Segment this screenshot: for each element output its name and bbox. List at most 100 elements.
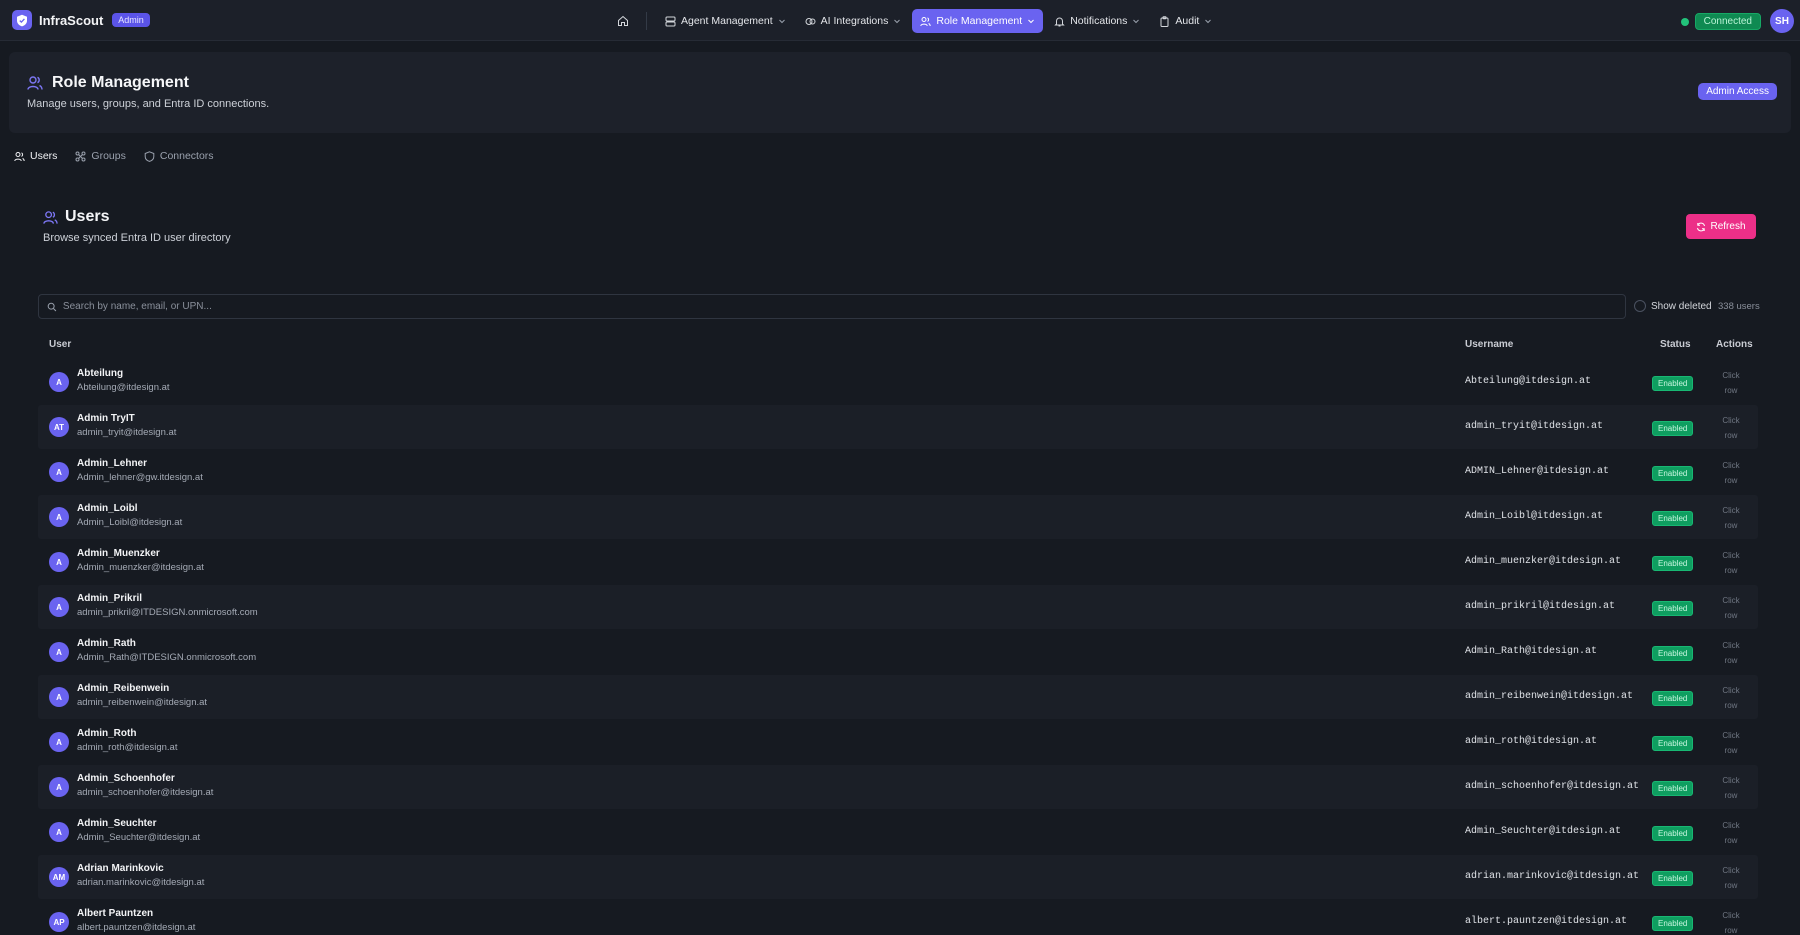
table-row[interactable]: A Admin_Reibenwein admin_reibenwein@itdesi…	[38, 675, 1758, 719]
row-action-line1: Click	[1722, 596, 1740, 605]
status-badge: Enabled	[1652, 691, 1694, 706]
row-action-hint[interactable]: Click row	[1718, 728, 1744, 758]
refresh-button-label: Refresh	[1710, 221, 1746, 232]
row-action-hint[interactable]: Click row	[1718, 593, 1744, 623]
user-display-name: Admin_Schoenhofer	[77, 773, 175, 784]
search-input[interactable]	[62, 301, 1625, 312]
user-avatar: A	[49, 777, 69, 797]
table-row[interactable]: A Admin_Prikril admin_prikril@ITDESIGN.onm…	[38, 585, 1758, 629]
row-action-hint[interactable]: Click row	[1718, 548, 1744, 578]
user-email: Abteilung@itdesign.at	[77, 382, 170, 393]
row-action-line2: row	[1724, 431, 1738, 440]
user-display-name: Admin TryIT	[77, 413, 135, 424]
search-field[interactable]	[38, 294, 1626, 319]
row-action-line2: row	[1724, 656, 1738, 665]
table-row[interactable]: A Admin_Seuchter Admin_Seuchter@itdesign.a…	[38, 810, 1758, 854]
table-row[interactable]: A Abteilung Abteilung@itdesign.at Abteilung…	[38, 360, 1758, 404]
user-avatar: A	[49, 642, 69, 662]
table-row[interactable]: AT Admin TryIT admin_tryit@itdesign.at admi…	[38, 405, 1758, 449]
tab-users[interactable]: Users	[14, 150, 57, 162]
nav-notifications[interactable]: Notifications	[1046, 9, 1148, 33]
row-action-hint[interactable]: Click row	[1718, 503, 1744, 533]
users-table: User Username Status Actions A Abteilung A…	[38, 330, 1758, 935]
table-row[interactable]: A Admin_Muenzker Admin_muenzker@itdesign.a…	[38, 540, 1758, 584]
brain-icon	[805, 17, 816, 25]
table-row[interactable]: A Admin_Rath Admin_Rath@ITDESIGN.onmicroso…	[38, 630, 1758, 674]
nav-ai-integrations[interactable]: AI Integrations	[797, 9, 910, 33]
user-display-name: Admin_Muenzker	[77, 548, 160, 559]
brand[interactable]: InfraScout Admin	[12, 10, 150, 30]
user-username: Admin_Loibl@itdesign.at	[1465, 511, 1604, 522]
row-action-hint[interactable]: Click row	[1718, 773, 1744, 803]
top-navigation: InfraScout Admin Agent Management AI Int…	[0, 0, 1800, 41]
tab-groups[interactable]: Groups	[75, 150, 126, 162]
show-deleted-checkbox[interactable]	[1634, 300, 1646, 312]
users-section-title: Users	[65, 208, 110, 225]
user-email: Admin_Rath@ITDESIGN.onmicrosoft.com	[77, 652, 257, 663]
user-avatar: A	[49, 597, 69, 617]
row-action-hint[interactable]: Click row	[1718, 863, 1744, 893]
row-action-hint[interactable]: Click row	[1718, 683, 1744, 713]
user-avatar: A	[49, 732, 69, 752]
row-action-hint[interactable]: Click row	[1718, 908, 1744, 935]
row-action-line1: Click	[1722, 461, 1740, 470]
row-action-line2: row	[1724, 476, 1738, 485]
user-avatar: A	[49, 687, 69, 707]
status-badge: Enabled	[1652, 736, 1694, 751]
row-action-line1: Click	[1722, 641, 1740, 650]
app-name: InfraScout	[39, 12, 104, 28]
nav-role-management[interactable]: Role Management	[912, 9, 1044, 33]
nav-agent-management[interactable]: Agent Management	[657, 9, 794, 33]
connection-status: Connected	[1680, 13, 1761, 30]
tab-connectors[interactable]: Connectors	[144, 150, 214, 162]
refresh-button[interactable]: Refresh	[1686, 214, 1756, 239]
column-header-username: Username	[1465, 339, 1514, 350]
user-display-name: Admin_Loibl	[77, 503, 138, 514]
table-row[interactable]: A Admin_Lehner Admin_lehner@gw.itdesign.at…	[38, 450, 1758, 494]
row-action-hint[interactable]: Click row	[1718, 413, 1744, 443]
row-action-line1: Click	[1722, 686, 1740, 695]
row-action-line2: row	[1724, 791, 1738, 800]
user-display-name: Admin_Lehner	[77, 458, 148, 469]
user-avatar: AP	[49, 912, 69, 932]
nav-audit-label: Audit	[1175, 15, 1200, 27]
refresh-icon	[1697, 222, 1706, 231]
status-badge: Enabled	[1652, 376, 1694, 391]
user-display-name: Adrian Marinkovic	[77, 863, 164, 874]
row-action-hint[interactable]: Click row	[1718, 368, 1744, 398]
bell-icon	[1054, 17, 1065, 26]
user-avatar[interactable]: SH	[1770, 9, 1794, 33]
nav-notifications-label: Notifications	[1070, 15, 1128, 27]
user-username: admin_roth@itdesign.at	[1465, 736, 1598, 747]
chevron-down-icon	[1205, 19, 1212, 24]
user-username: Admin_Rath@itdesign.at	[1465, 646, 1598, 657]
status-badge: Enabled	[1652, 871, 1694, 886]
table-row[interactable]: A Admin_Schoenhofer admin_schoenhofer@itde…	[38, 765, 1758, 809]
tab-bar: Users Groups Connectors	[14, 150, 214, 162]
home-button[interactable]	[612, 10, 634, 32]
table-row[interactable]: A Admin_Loibl Admin_Loibl@itdesign.at Admin…	[38, 495, 1758, 539]
row-action-hint[interactable]: Click row	[1718, 638, 1744, 668]
user-username: admin_schoenhofer@itdesign.at	[1465, 781, 1640, 792]
tab-groups-label: Groups	[91, 150, 126, 162]
row-action-line1: Click	[1722, 506, 1740, 515]
row-action-line2: row	[1724, 836, 1738, 845]
row-action-line2: row	[1724, 611, 1738, 620]
show-deleted-toggle[interactable]: Show deleted	[1634, 300, 1712, 312]
show-deleted-label: Show deleted	[1651, 300, 1712, 312]
user-username: admin_prikril@itdesign.at	[1465, 601, 1616, 612]
table-row[interactable]: A Admin_Roth admin_roth@itdesign.at admin_r…	[38, 720, 1758, 764]
row-action-hint[interactable]: Click row	[1718, 818, 1744, 848]
row-action-line2: row	[1724, 926, 1738, 935]
row-action-line1: Click	[1722, 551, 1740, 560]
row-action-line1: Click	[1722, 731, 1740, 740]
table-row[interactable]: AP Albert Pauntzen albert.pauntzen@itdesig…	[38, 900, 1758, 935]
nav-agent-management-label: Agent Management	[681, 15, 773, 27]
table-header: User Username Status Actions	[38, 330, 1758, 360]
nav-audit[interactable]: Audit	[1151, 9, 1220, 33]
row-action-hint[interactable]: Click row	[1718, 458, 1744, 488]
row-action-line2: row	[1724, 881, 1738, 890]
status-badge: Enabled	[1652, 556, 1694, 571]
column-header-actions: Actions	[1716, 339, 1753, 350]
table-row[interactable]: AM Adrian Marinkovic adrian.marinkovic@itd…	[38, 855, 1758, 899]
